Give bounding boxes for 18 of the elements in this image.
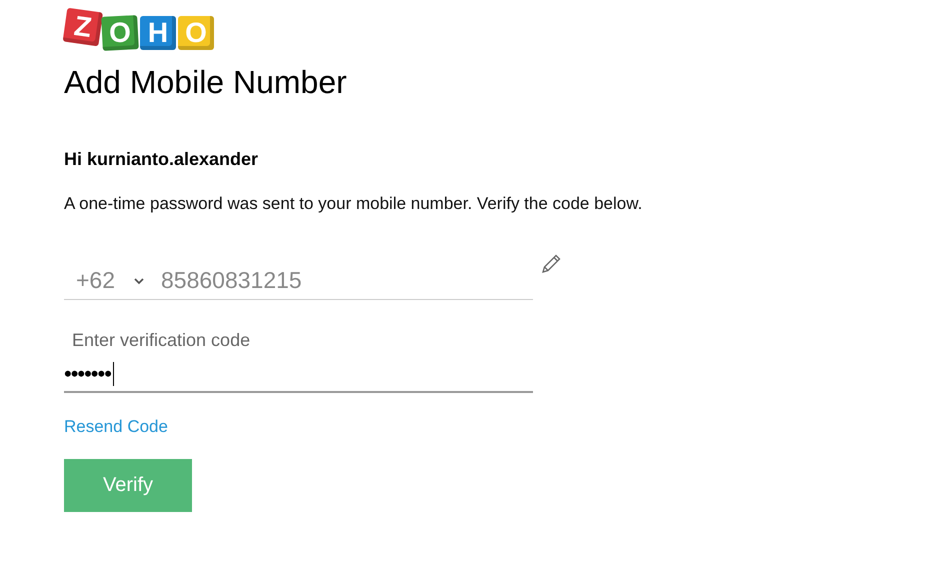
text-cursor <box>112 362 114 386</box>
logo-letter: O <box>101 15 139 51</box>
chevron-down-icon[interactable] <box>133 276 146 284</box>
logo-letter: O <box>178 16 214 50</box>
message-text: A one-time password was sent to your mobile number. Verify the code below. <box>64 194 644 214</box>
phone-number: 85860831215 <box>161 267 302 294</box>
country-code[interactable]: +62 <box>76 267 116 294</box>
masked-code: ••••••• <box>64 361 111 387</box>
logo-letter: Z <box>62 8 104 46</box>
resend-code-link[interactable]: Resend Code <box>64 417 168 437</box>
phone-field[interactable]: +62 85860831215 <box>64 262 533 300</box>
pencil-icon[interactable] <box>539 252 563 276</box>
verify-button[interactable]: Verify <box>64 459 192 512</box>
logo-letter: H <box>140 16 176 50</box>
greeting: Hi kurnianto.alexander <box>64 149 260 170</box>
field-label: Enter verification code <box>72 330 252 351</box>
verification-code-field[interactable]: Enter verification code ••••••• <box>64 318 533 393</box>
page-title: Add Mobile Number <box>64 64 348 101</box>
